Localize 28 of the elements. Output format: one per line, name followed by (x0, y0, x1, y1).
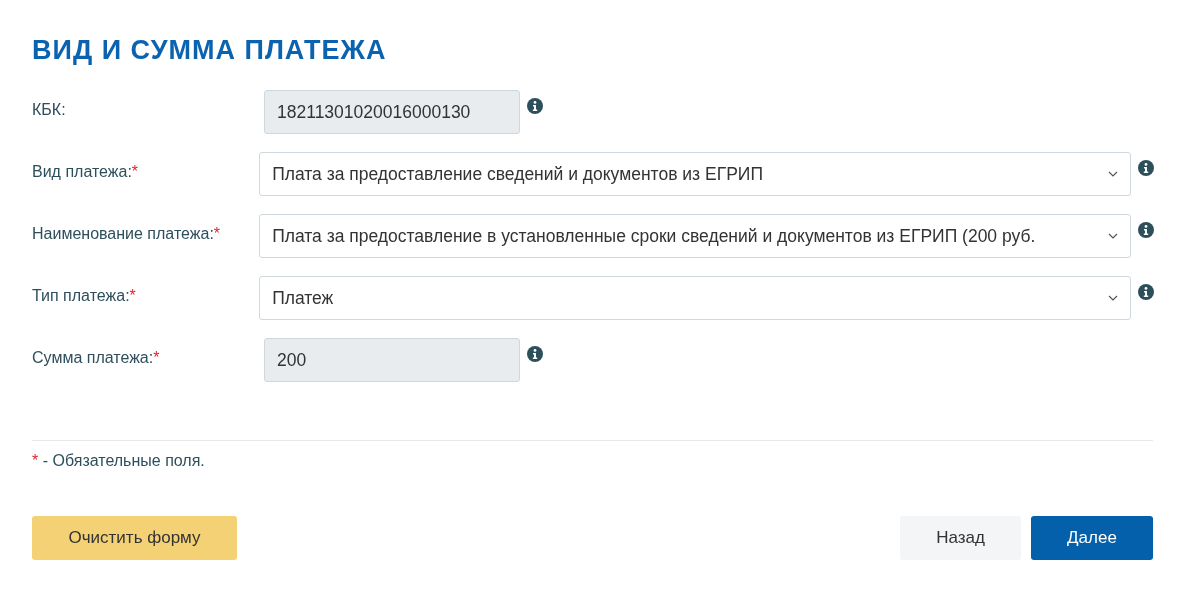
input-field[interactable]: 200 (264, 338, 520, 382)
field-label: Вид платежа: (32, 163, 132, 180)
field-label: КБК: (32, 101, 66, 118)
back-button[interactable]: Назад (900, 516, 1021, 560)
info-icon[interactable] (527, 346, 543, 362)
required-mark: * (129, 287, 136, 304)
required-mark: * (131, 163, 139, 180)
select-field[interactable]: Платеж (259, 276, 1131, 320)
legend-text: - Обязательные поля. (41, 452, 205, 469)
next-button[interactable]: Далее (1031, 516, 1153, 560)
select-field[interactable]: Плата за предоставление сведений и документов из ЕГРИП (259, 152, 1131, 196)
input-field[interactable]: 18211301020016000130 (264, 90, 520, 134)
required-mark: * (32, 452, 39, 469)
field-label: Тип платежа: (32, 287, 130, 304)
required-mark: * (213, 225, 221, 242)
info-icon[interactable] (1138, 284, 1154, 300)
chevron-down-icon (1108, 295, 1118, 301)
chevron-down-icon (1108, 233, 1118, 239)
required-mark: * (153, 349, 160, 366)
info-icon[interactable] (1138, 160, 1154, 176)
clear-form-button[interactable]: Очистить форму (32, 516, 237, 560)
field-label: Наименование платежа: (32, 225, 214, 242)
info-icon[interactable] (1138, 222, 1154, 238)
section-title: ВИД И СУММА ПЛАТЕЖА (32, 34, 388, 66)
chevron-down-icon (1108, 171, 1118, 177)
info-icon[interactable] (527, 98, 543, 114)
select-field[interactable]: Плата за предоставление в установленные сроки сведений и документов из ЕГРИП (200 руб. (259, 214, 1131, 258)
field-label: Сумма платежа: (32, 349, 154, 366)
